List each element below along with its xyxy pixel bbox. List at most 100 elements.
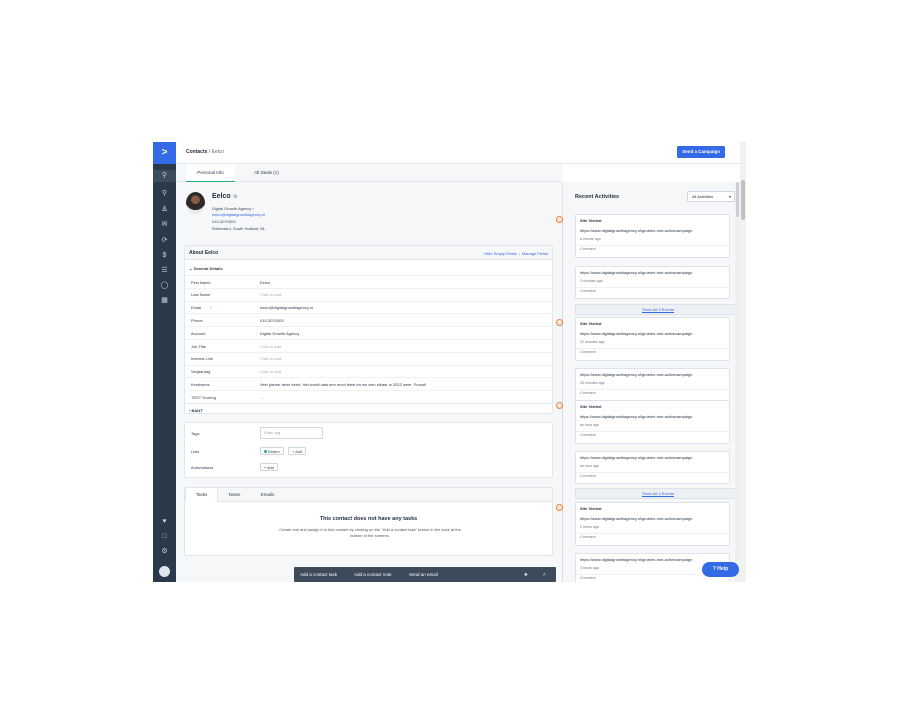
activities-filter[interactable]: All Activities ▾: [687, 191, 735, 202]
show-all-3-events-link[interactable]: Show All 3 Events: [575, 304, 741, 315]
avatar[interactable]: [186, 192, 205, 214]
add-contact-note-button[interactable]: Add a contact note: [354, 572, 392, 577]
field-value[interactable]: eelco@digitalgrowthagency.nl: [260, 305, 313, 310]
company-name[interactable]: Digital Growth Agency: [212, 206, 251, 211]
field-value[interactable]: 010-3070303: [260, 318, 284, 323]
show-all-4-events-link[interactable]: Show All 4 Events: [575, 488, 741, 499]
activity-comment-link[interactable]: Comment: [580, 247, 596, 251]
activity-url[interactable]: https://www.digitalgrowthagency.nl/groei…: [580, 372, 692, 377]
breadcrumb-contacts[interactable]: Contacts: [186, 149, 207, 155]
tab-emails[interactable]: Emails: [251, 488, 284, 502]
pages-icon[interactable]: □: [153, 531, 176, 543]
logo-icon[interactable]: >: [153, 142, 176, 164]
move-icon[interactable]: ✥: [524, 572, 528, 578]
breadcrumb-current: Eelco: [211, 149, 225, 155]
activity-divider: [576, 472, 729, 473]
bant-toggle[interactable]: › BANT: [185, 403, 552, 416]
general-details-toggle[interactable]: ⌄ General Details: [189, 266, 223, 271]
activity-card[interactable]: Site Visited https://www.digitalgrowthage…: [556, 400, 730, 444]
add-automation-button[interactable]: + Add: [260, 463, 278, 471]
contact-card: Eelco ⚙ Digital Growth Agency › eelco@di…: [176, 182, 562, 242]
activity-url[interactable]: https://www.digitalgrowthagency.nl/groei…: [580, 414, 692, 419]
page-scroll-thumb[interactable]: [741, 180, 745, 220]
activity-url[interactable]: https://www.digitalgrowthagency.nl/groei…: [580, 455, 692, 460]
chevron-down-icon: ⌄: [189, 266, 193, 271]
chevron-up-icon[interactable]: ˄: [543, 572, 546, 577]
heart-icon[interactable]: ♥: [153, 516, 176, 528]
field-value[interactable]: Click to add: [260, 292, 281, 297]
field-value[interactable]: Eelco: [260, 280, 270, 285]
page-scrollbar[interactable]: [740, 142, 746, 582]
deals-icon[interactable]: $: [153, 250, 176, 262]
contacts-icon[interactable]: ♙: [153, 204, 176, 216]
activity-time: an hour ago: [580, 464, 600, 468]
field-value[interactable]: Click to add: [260, 369, 281, 374]
activity-comment-link[interactable]: Comment: [580, 433, 596, 437]
add-list-button[interactable]: + Add: [288, 447, 306, 455]
field-label: TEST Scoring: [191, 394, 216, 400]
activity-comment-link[interactable]: Comment: [580, 391, 596, 395]
mail-icon[interactable]: ✉: [153, 219, 176, 231]
add-contact-task-button[interactable]: Add a contact task: [300, 572, 337, 577]
hide-empty-fields-link[interactable]: Hide Empty Fields: [484, 251, 516, 256]
contact-company[interactable]: Digital Growth Agency ›: [212, 206, 254, 211]
activity-url[interactable]: https://www.digitalgrowthagency.nl/groei…: [580, 557, 692, 562]
settings-icon[interactable]: ⚙: [153, 546, 176, 558]
activity-card[interactable]: https://www.digitalgrowthagency.nl/groei…: [575, 266, 730, 299]
manage-fields-link[interactable]: Manage Fields: [522, 251, 548, 256]
activity-card[interactable]: Site Visited https://www.digitalgrowthage…: [556, 502, 730, 546]
conversations-icon[interactable]: ◯: [153, 280, 176, 292]
activity-title: Site Visited: [580, 506, 602, 511]
send-email-button[interactable]: Send an email: [409, 572, 438, 577]
field-value[interactable]: ---: [260, 395, 264, 400]
activity-divider: [576, 348, 729, 349]
activity-comment-link[interactable]: Comment: [580, 474, 596, 478]
bant-label: › BANT: [189, 408, 203, 413]
field-value[interactable]: Digital Growth Agency: [260, 331, 299, 336]
activity-marker-icon: [556, 402, 563, 409]
gear-icon[interactable]: ⚙: [233, 194, 237, 200]
reports-icon[interactable]: ▦: [153, 295, 176, 307]
activity-time: 25 minutes ago: [580, 381, 605, 385]
activity-card[interactable]: Site Visited https://www.digitalgrowthage…: [556, 214, 730, 258]
activity-url[interactable]: https://www.digitalgrowthagency.nl/groei…: [580, 228, 692, 233]
contact-location: Rotterdam, South Holland, NL: [212, 226, 266, 231]
activity-card[interactable]: Site Visited https://www.digitalgrowthage…: [556, 317, 730, 361]
search-icon[interactable]: ⚲: [153, 170, 176, 182]
lists-icon[interactable]: ☰: [153, 265, 176, 277]
automation-icon[interactable]: ⟳: [153, 235, 176, 247]
field-value[interactable]: Click to add: [260, 344, 281, 349]
activity-url[interactable]: https://www.digitalgrowthagency.nl/groei…: [580, 270, 692, 275]
contact-email[interactable]: eelco@digitalgrowthagency.nl: [212, 212, 265, 217]
contact-phone[interactable]: 010-3070303: [212, 219, 236, 224]
field-row: Internal Link Click to add: [185, 351, 552, 365]
breadcrumb-separator: /: [208, 149, 211, 155]
activity-url[interactable]: https://www.digitalgrowthagency.nl/groei…: [580, 331, 692, 336]
location-icon[interactable]: ⚲: [153, 188, 176, 200]
tab-notes[interactable]: Notes: [218, 488, 251, 502]
tab-personal-info[interactable]: Personal Info: [186, 164, 235, 182]
tasks-panel: Tasks Notes Emails This contact does not…: [184, 487, 553, 556]
tag-input[interactable]: Enter tag: [260, 427, 323, 439]
activity-comment-link[interactable]: Comment: [580, 289, 596, 293]
activities-scroll-thumb[interactable]: [736, 182, 739, 217]
activity-card[interactable]: https://www.digitalgrowthagency.nl/groei…: [575, 368, 730, 401]
lists-label: Lists: [191, 449, 200, 454]
field-value[interactable]: Click to add: [260, 356, 281, 361]
activity-comment-link[interactable]: Comment: [580, 350, 596, 354]
help-button[interactable]: ? Help: [702, 562, 739, 577]
tab-all-deals[interactable]: All Deals (1): [244, 164, 289, 182]
account-icon[interactable]: [159, 566, 170, 577]
activity-comment-link[interactable]: Comment: [580, 535, 596, 539]
field-value[interactable]: Veel plezier deze kerst. Het wordt vast …: [260, 382, 426, 387]
send-campaign-button[interactable]: Send a Campaign: [677, 146, 725, 158]
caret-down-icon: ▾: [728, 194, 731, 199]
activity-card[interactable]: https://www.digitalgrowthagency.nl/groei…: [575, 451, 730, 484]
activity-time: 2 hours ago: [580, 525, 599, 529]
list-pill[interactable]: Eelsen: [260, 447, 284, 455]
activity-url[interactable]: https://www.digitalgrowthagency.nl/groei…: [580, 516, 692, 521]
breadcrumb: Contacts / Eelco: [186, 149, 224, 155]
about-panel: About Eelco Hide Empty Fields | Manage Fie…: [184, 245, 553, 414]
tab-tasks[interactable]: Tasks: [185, 488, 218, 502]
activity-comment-link[interactable]: Comment: [580, 576, 596, 580]
